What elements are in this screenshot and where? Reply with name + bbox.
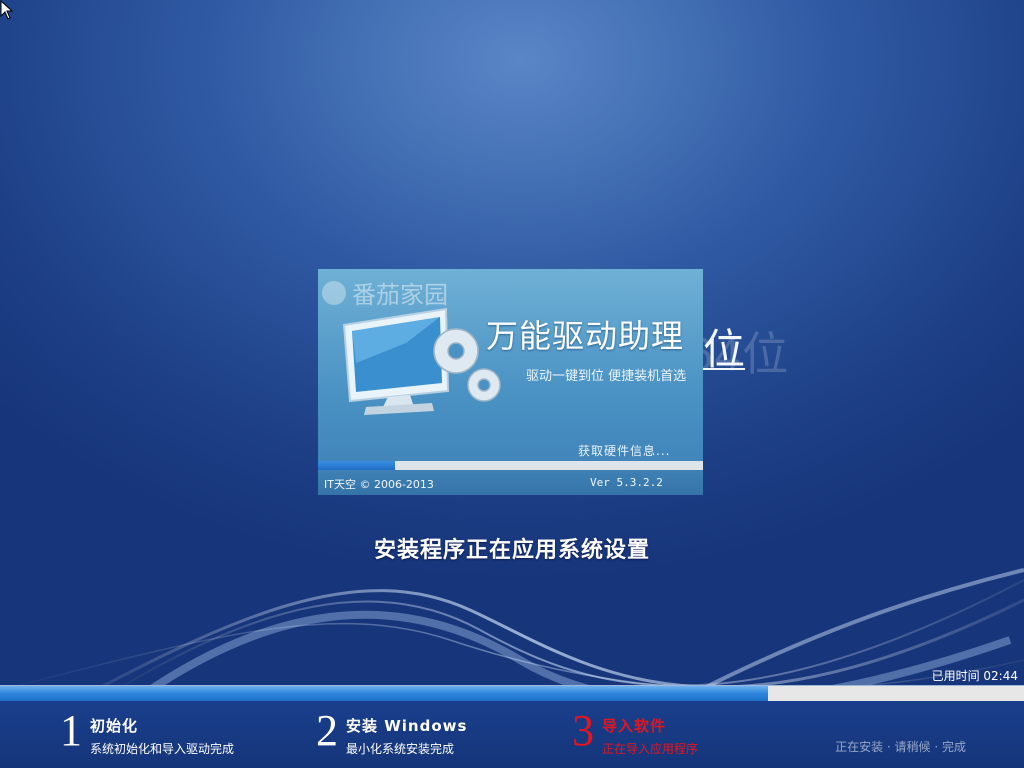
copyright-years: © 2006-2013: [359, 478, 434, 491]
step-title: 导入软件: [602, 717, 667, 735]
splash-progress-fill: [318, 461, 395, 470]
splash-copyright: IT天空 © 2006-2013: [324, 476, 434, 492]
cursor-arrow-icon: [0, 0, 14, 20]
monitor-gear-illustration: [342, 307, 501, 415]
tomato-logo-icon: [322, 280, 346, 305]
background-window-title-tail: 位: [703, 325, 746, 374]
splash-progress-bar: [318, 461, 703, 470]
step-number: 1: [60, 706, 82, 755]
faded-status-text: 正在安装 · 请稍候 · 完成: [835, 740, 966, 754]
overall-progress-bar: [0, 685, 1024, 701]
elapsed-time-value: 02:44: [983, 669, 1018, 683]
step-number: 3: [572, 706, 594, 755]
copyright-brand: IT天空: [324, 478, 356, 491]
step-initialize: 1 初始化 系统初始化和导入驱动完成: [60, 709, 234, 757]
step-title: 安装 Windows: [346, 717, 468, 735]
step-title: 初始化: [90, 717, 139, 735]
elapsed-time-label: 已用时间: [931, 669, 980, 683]
setup-steps-bar: 1 初始化 系统初始化和导入驱动完成 2 安装 Windows 最小化系统安装完…: [0, 701, 1024, 768]
step-install-windows: 2 安装 Windows 最小化系统安装完成: [316, 709, 467, 757]
splash-title: 万能驱动助理: [486, 317, 685, 355]
splash-status-text: 获取硬件信息...: [578, 444, 671, 458]
driver-assistant-splash: 番茄家园 万能驱动助理 驱动一键到位 便捷装机首选 获取硬件信息... IT天空…: [318, 269, 703, 495]
monitor-icon: [342, 307, 450, 415]
splash-footer: IT天空 © 2006-2013 Ver 5.3.2.2: [318, 470, 703, 495]
step-number: 2: [316, 706, 338, 755]
splash-subtitle: 驱动一键到位 便捷装机首选: [526, 369, 687, 384]
step-description: 系统初始化和导入驱动完成: [90, 742, 235, 756]
installer-status-message: 安装程序正在应用系统设置: [373, 538, 650, 563]
step-description: 正在导入应用程序: [602, 742, 699, 756]
overall-progress-fill: [0, 686, 768, 701]
step-description: 最小化系统安装完成: [346, 742, 455, 756]
step-import-software: 3 导入软件 正在导入应用程序: [572, 709, 698, 757]
elapsed-time: 已用时间 02:44: [932, 667, 1018, 684]
splash-version: Ver 5.3.2.2: [590, 476, 663, 489]
